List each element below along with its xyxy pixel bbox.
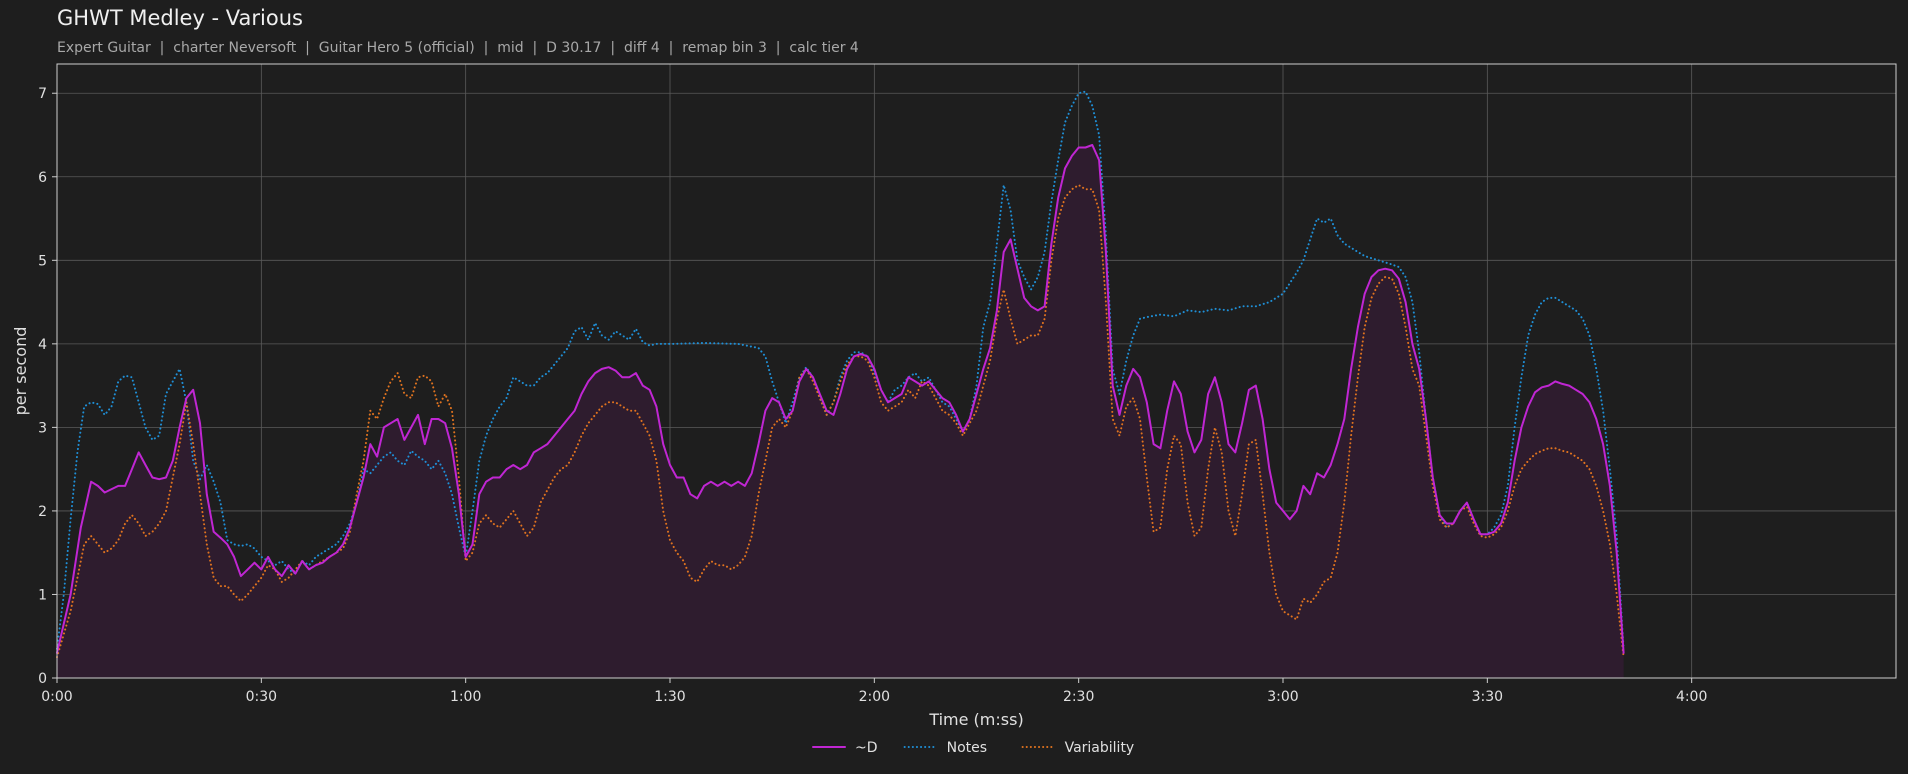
y-tick-label: 0 (38, 671, 47, 687)
y-tick-label: 5 (38, 253, 47, 269)
x-tick-label: 0:00 (41, 689, 72, 705)
y-tick-label: 2 (38, 504, 47, 520)
x-axis-ticks: 0:00 0:30 1:00 1:30 2:00 2:30 3:00 3:30 4:00 (41, 678, 1707, 705)
x-tick-label: 1:30 (654, 689, 685, 705)
legend-label: Variability (1065, 740, 1135, 756)
x-tick-label: 1:00 (450, 689, 481, 705)
x-tick-label: 0:30 (246, 689, 277, 705)
x-tick-label: 2:30 (1063, 689, 1094, 705)
legend: ~D Notes Variability (812, 740, 1135, 756)
x-tick-label: 2:00 (859, 689, 890, 705)
legend-label: Notes (947, 740, 987, 756)
y-tick-label: 1 (38, 587, 47, 603)
legend-label: ~D (855, 740, 878, 756)
y-tick-label: 6 (38, 170, 47, 186)
x-axis-label: Time (m:ss) (928, 710, 1023, 729)
y-tick-label: 4 (38, 337, 47, 353)
x-tick-label: 4:00 (1676, 689, 1707, 705)
y-tick-label: 3 (38, 420, 47, 436)
chart-canvas: 0:00 0:30 1:00 1:30 2:00 2:30 3:00 3:30 4:00 0 1 2… (11, 63, 1897, 756)
x-tick-label: 3:30 (1472, 689, 1503, 705)
y-axis-label: per second (11, 327, 30, 416)
area-fill (57, 145, 1624, 678)
series-d-area (57, 145, 1624, 678)
x-tick-label: 3:00 (1267, 689, 1298, 705)
y-axis-ticks: 0 1 2 3 4 5 6 7 (38, 86, 57, 687)
y-tick-label: 7 (38, 86, 47, 102)
